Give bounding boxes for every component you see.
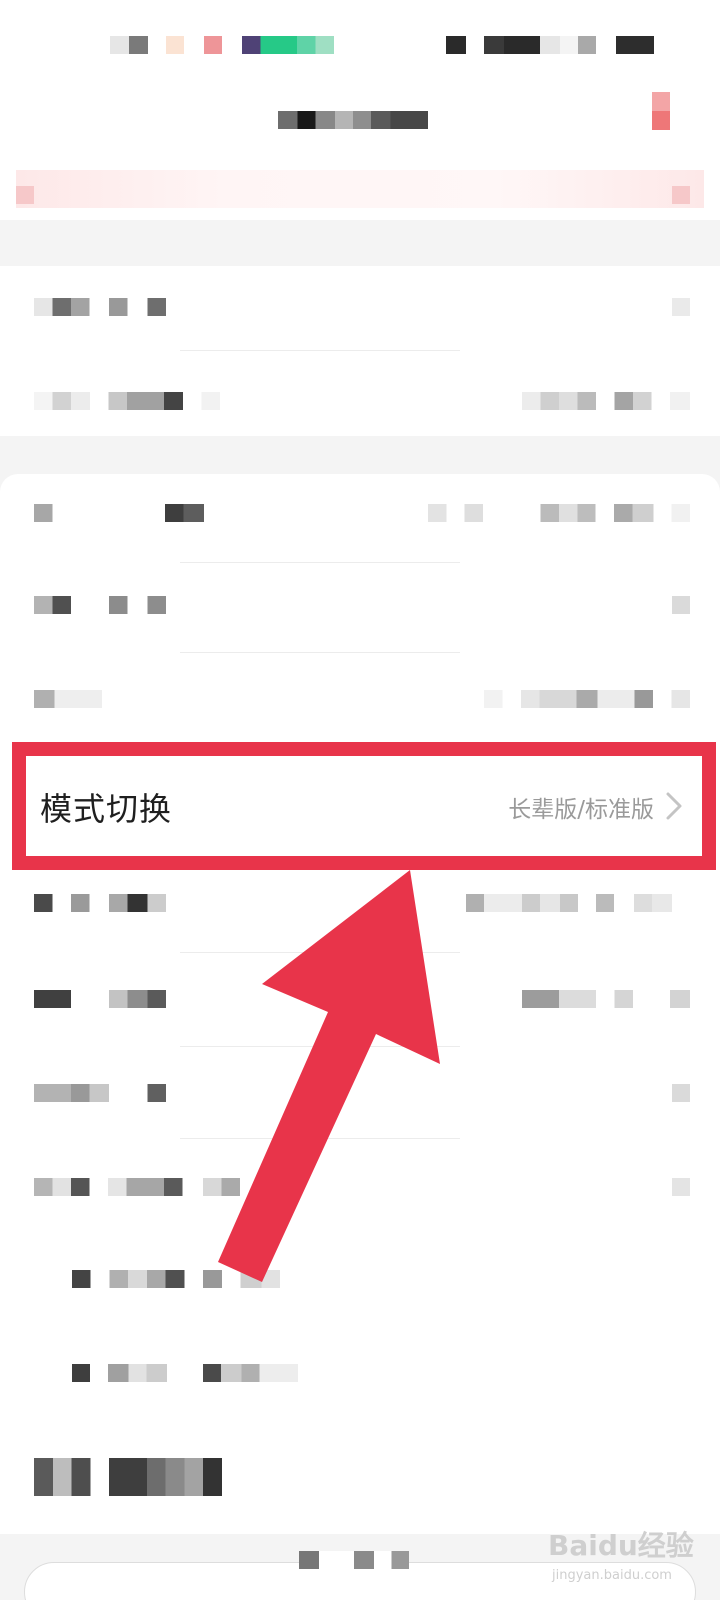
divider	[180, 1046, 460, 1047]
chevron-right-icon	[672, 1084, 690, 1102]
list-item-value	[522, 990, 690, 1008]
mode-switch-value: 长辈版/标准版	[508, 797, 654, 823]
watermark-logo: Baidu经验 jingyan.baidu.com	[548, 1524, 718, 1590]
list-item-value	[484, 690, 690, 708]
list-item[interactable]	[34, 1084, 166, 1102]
list-item[interactable]	[34, 392, 220, 410]
chevron-right-icon	[672, 596, 690, 614]
status-icon	[204, 36, 222, 54]
divider	[180, 1138, 460, 1139]
banner-icon	[672, 186, 690, 204]
list-item[interactable]	[34, 690, 102, 708]
status-icon	[616, 36, 654, 54]
list-item-value	[428, 504, 690, 522]
list-item[interactable]	[34, 298, 166, 316]
watermark-url: jingyan.baidu.com	[552, 1568, 672, 1583]
divider	[180, 562, 460, 563]
banner-strip	[16, 170, 704, 208]
banner[interactable]	[0, 170, 720, 220]
list-item[interactable]	[34, 504, 204, 522]
divider	[180, 350, 460, 351]
list-item[interactable]	[72, 1364, 298, 1382]
list-item[interactable]	[34, 596, 166, 614]
status-icon	[166, 36, 184, 54]
title-icon[interactable]	[652, 92, 670, 130]
list-item[interactable]	[34, 1458, 222, 1496]
list-item[interactable]	[72, 1270, 280, 1288]
status-icon	[484, 36, 596, 54]
watermark-text: Baidu经验	[548, 1529, 694, 1562]
chevron-right-icon	[672, 1178, 690, 1196]
banner-icon	[16, 186, 34, 204]
mode-switch-label: 模式切换	[40, 790, 173, 828]
list-item[interactable]	[34, 894, 166, 912]
settings-card	[0, 266, 720, 436]
bottom-button-label	[299, 1551, 409, 1569]
page-title	[278, 111, 428, 129]
list-item[interactable]	[34, 1178, 240, 1196]
chevron-right-icon	[672, 298, 690, 316]
divider	[180, 652, 460, 653]
status-icon	[242, 36, 334, 54]
settings-card	[0, 474, 720, 1534]
title-bar	[0, 90, 720, 170]
list-item-value	[522, 392, 690, 410]
list-item[interactable]	[34, 990, 166, 1008]
status-icon	[110, 36, 148, 54]
divider	[180, 952, 460, 953]
chevron-right-icon	[666, 792, 682, 820]
status-bar	[0, 0, 720, 90]
list-item-value	[466, 894, 690, 912]
mode-switch-row[interactable]: 模式切换 长辈版/标准版	[26, 756, 702, 856]
status-icon	[446, 36, 466, 54]
